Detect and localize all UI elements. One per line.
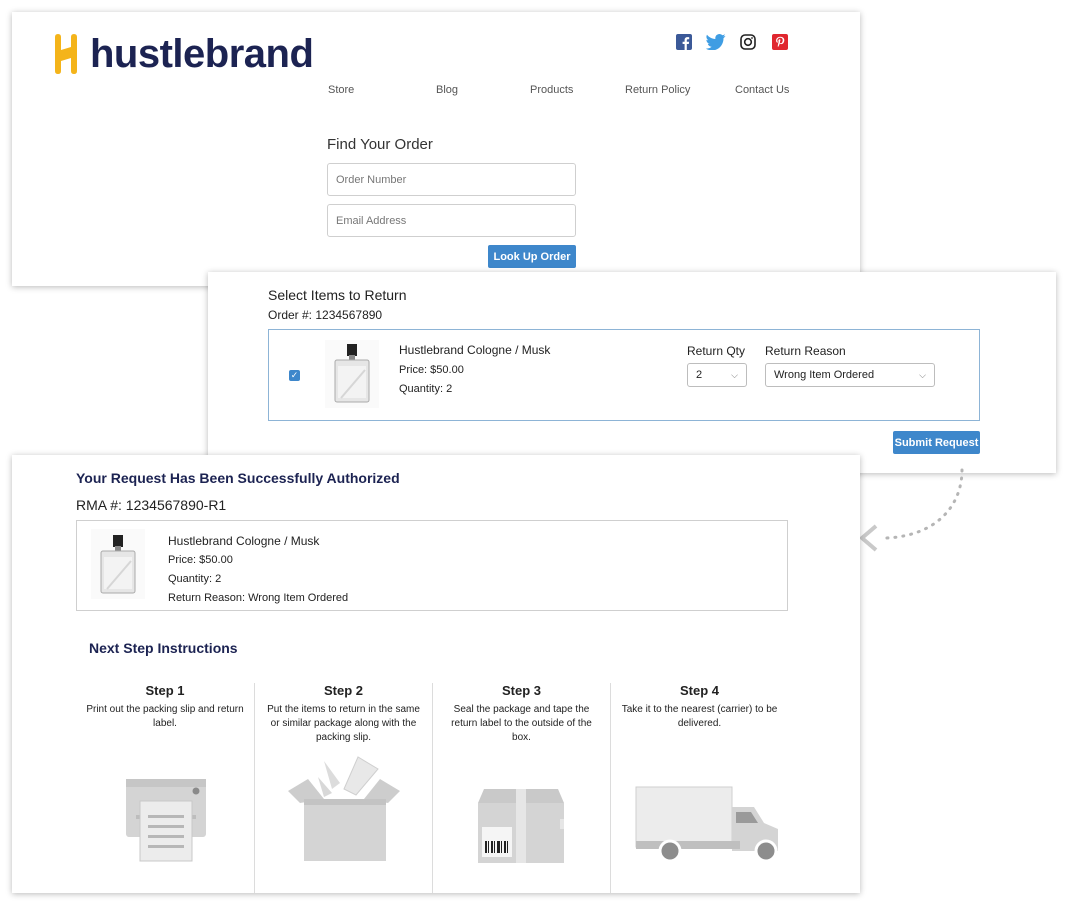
open-box-icon xyxy=(288,756,400,861)
submit-request-button[interactable]: Submit Request xyxy=(893,431,980,454)
step-title: Step 1 xyxy=(145,683,185,698)
nav-return-policy[interactable]: Return Policy xyxy=(625,84,690,96)
authorization-card: Your Request Has Been Successfully Autho… xyxy=(12,455,860,893)
nav-blog[interactable]: Blog xyxy=(436,84,458,96)
order-number-label: Order #: 1234567890 xyxy=(268,308,383,322)
item-quantity: Quantity: 2 xyxy=(168,573,222,585)
authorized-title: Your Request Has Been Successfully Autho… xyxy=(76,470,400,486)
delivery-truck-icon xyxy=(635,786,778,863)
sealed-box-icon xyxy=(478,789,564,863)
step-description: Put the items to return in the same or s… xyxy=(267,704,420,743)
rma-number: RMA #: 1234567890-R1 xyxy=(76,497,227,513)
nav-products[interactable]: Products xyxy=(530,84,573,96)
return-reason-label: Return Reason xyxy=(765,344,846,358)
item-checkbox[interactable]: ✓ xyxy=(289,370,300,381)
step-description: Take it to the nearest (carrier) to be d… xyxy=(621,704,778,729)
return-qty-value: 2 xyxy=(696,369,703,381)
select-items-card: Select Items to Return Order #: 12345678… xyxy=(208,272,1056,473)
step-description: Print out the packing slip and return la… xyxy=(86,704,244,729)
next-steps-title: Next Step Instructions xyxy=(89,640,238,656)
hustlebrand-mark-icon xyxy=(55,34,77,74)
item-name: Hustlebrand Cologne / Musk xyxy=(399,343,551,357)
printer-icon xyxy=(126,779,206,862)
brand-name: hustlebrand xyxy=(90,31,314,76)
select-items-title: Select Items to Return xyxy=(268,287,407,303)
return-reason-select[interactable]: Wrong Item Ordered ⌵ xyxy=(765,363,935,387)
twitter-icon[interactable] xyxy=(706,34,726,50)
item-price: Price: $50.00 xyxy=(168,554,233,566)
item-quantity: Quantity: 2 xyxy=(399,383,453,395)
item-price: Price: $50.00 xyxy=(399,364,464,376)
return-qty-select[interactable]: 2 ⌵ xyxy=(687,363,747,387)
instagram-icon[interactable] xyxy=(740,34,756,50)
order-lookup-card: hustlebrand Store Blog Products Return P… xyxy=(12,12,860,286)
step-description: Seal the package and tape the return lab… xyxy=(451,704,592,743)
brand-logo[interactable]: hustlebrand xyxy=(52,31,314,76)
chevron-down-icon: ⌵ xyxy=(919,369,926,380)
nav-store[interactable]: Store xyxy=(328,84,354,96)
facebook-icon[interactable] xyxy=(676,34,692,50)
step-title: Step 3 xyxy=(501,683,541,698)
return-qty-label: Return Qty xyxy=(687,344,746,358)
order-number-input[interactable]: Order Number xyxy=(327,163,576,196)
cologne-bottle-icon xyxy=(91,529,145,599)
look-up-order-button[interactable]: Look Up Order xyxy=(488,245,576,268)
email-address-input[interactable]: Email Address xyxy=(327,204,576,237)
return-item-row: ✓ Hustlebrand Cologne / Musk Price: $50.… xyxy=(268,329,980,421)
pinterest-icon[interactable] xyxy=(772,34,788,50)
flow-arrow-icon xyxy=(860,468,964,552)
nav-contact-us[interactable]: Contact Us xyxy=(735,84,789,96)
step-title: Step 4 xyxy=(679,683,719,698)
step-title: Step 2 xyxy=(323,683,363,698)
return-reason-value: Wrong Item Ordered xyxy=(774,369,875,381)
item-name: Hustlebrand Cologne / Musk xyxy=(168,534,320,548)
authorized-item-box: Hustlebrand Cologne / Musk Price: $50.00… xyxy=(76,520,788,611)
item-return-reason: Return Reason: Wrong Item Ordered xyxy=(168,592,349,604)
cologne-bottle-icon xyxy=(325,340,379,408)
find-order-title: Find Your Order xyxy=(327,136,433,153)
chevron-down-icon: ⌵ xyxy=(731,369,738,380)
